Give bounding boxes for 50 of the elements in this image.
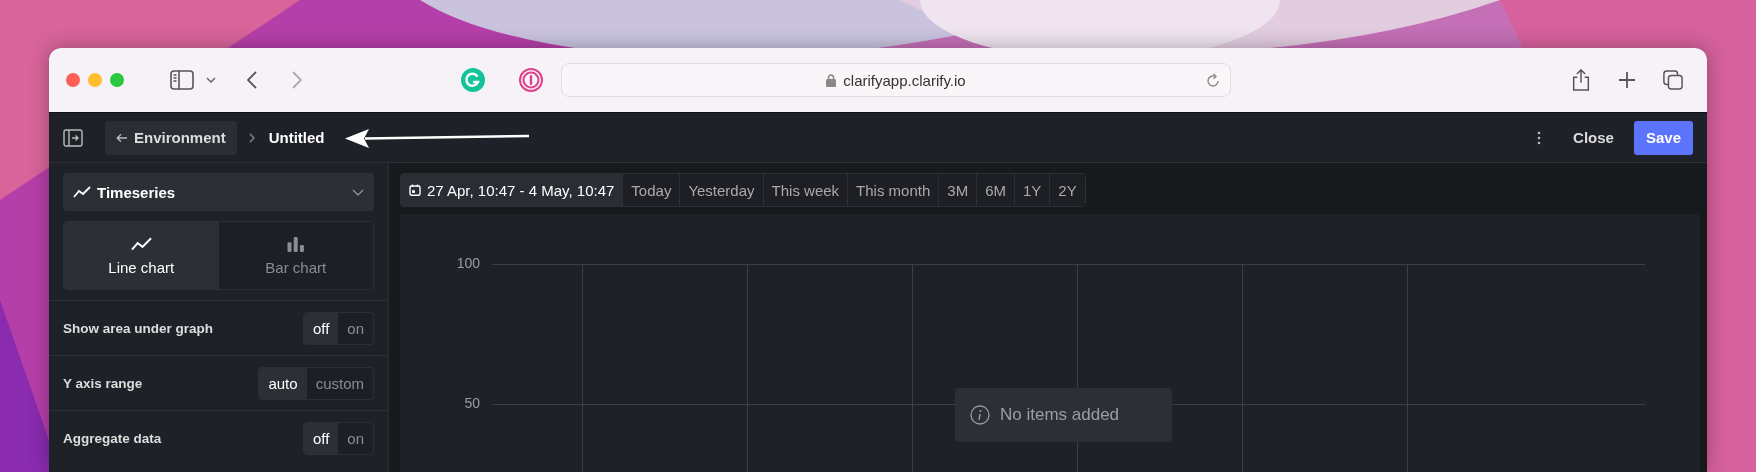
- panel-toggle-icon[interactable]: [63, 128, 83, 147]
- toggle-option[interactable]: auto: [259, 367, 307, 399]
- visualization-label: Timeseries: [97, 183, 176, 201]
- plus-icon[interactable]: [1617, 69, 1637, 91]
- back-icon[interactable]: [247, 71, 257, 89]
- axis-label: 50: [464, 395, 480, 411]
- info-icon: [970, 405, 990, 425]
- page-title: Untitled: [268, 129, 325, 146]
- time-preset-button[interactable]: 2Y: [1049, 174, 1085, 206]
- toggle-option[interactable]: custom: [306, 367, 373, 399]
- calendar-icon: [409, 184, 421, 196]
- visualization-dropdown[interactable]: Timeseries: [63, 173, 374, 211]
- chart-type-tab[interactable]: Line chart: [64, 222, 219, 289]
- chevron-down-icon[interactable]: [206, 77, 216, 83]
- time-preset-button[interactable]: 1Y: [1014, 174, 1050, 206]
- left-arrow-icon: [116, 132, 128, 143]
- lock-icon: [826, 73, 837, 87]
- tabs-icon[interactable]: [1663, 69, 1683, 91]
- empty-message: No items added: [1000, 405, 1120, 425]
- toggle-option[interactable]: off: [303, 312, 339, 344]
- share-icon[interactable]: [1571, 69, 1591, 91]
- more-icon[interactable]: [1537, 130, 1542, 145]
- chevron-down-icon: [352, 188, 364, 196]
- close-window-icon[interactable]: [66, 73, 80, 87]
- date-range-button[interactable]: 27 Apr, 10:47 - 4 May, 10:47: [401, 174, 623, 206]
- time-preset-button[interactable]: Yesterday: [679, 174, 763, 206]
- line-chart-icon: [73, 186, 91, 198]
- setting-label: Aggregate data: [63, 430, 162, 446]
- toggle-option[interactable]: off: [303, 422, 339, 454]
- reload-icon[interactable]: [1205, 73, 1221, 89]
- toggle-option[interactable]: on: [338, 312, 373, 344]
- time-preset-button[interactable]: Today: [622, 174, 680, 206]
- axis-label: 100: [456, 255, 480, 271]
- address-bar[interactable]: clarifyapp.clarify.io: [561, 63, 1231, 97]
- line-chart-icon: [130, 235, 152, 252]
- setting-label: Show area under graph: [63, 320, 214, 336]
- time-preset-button[interactable]: 6M: [976, 174, 1014, 206]
- close-button[interactable]: Close: [1563, 120, 1624, 155]
- toggle-option[interactable]: on: [338, 422, 373, 454]
- setting-label: Y axis range: [63, 375, 143, 391]
- time-preset-button[interactable]: This week: [762, 174, 848, 206]
- save-button[interactable]: Save: [1633, 120, 1693, 155]
- back-button[interactable]: Environment: [105, 120, 237, 155]
- time-preset-button[interactable]: 3M: [938, 174, 977, 206]
- url-text: clarifyapp.clarify.io: [843, 71, 966, 89]
- chevron-right-icon: [248, 132, 255, 143]
- bar-chart-icon: [285, 235, 307, 252]
- time-preset-button[interactable]: This month: [847, 174, 939, 206]
- password-manager-icon[interactable]: [519, 68, 543, 92]
- sidebar-icon[interactable]: [170, 70, 194, 90]
